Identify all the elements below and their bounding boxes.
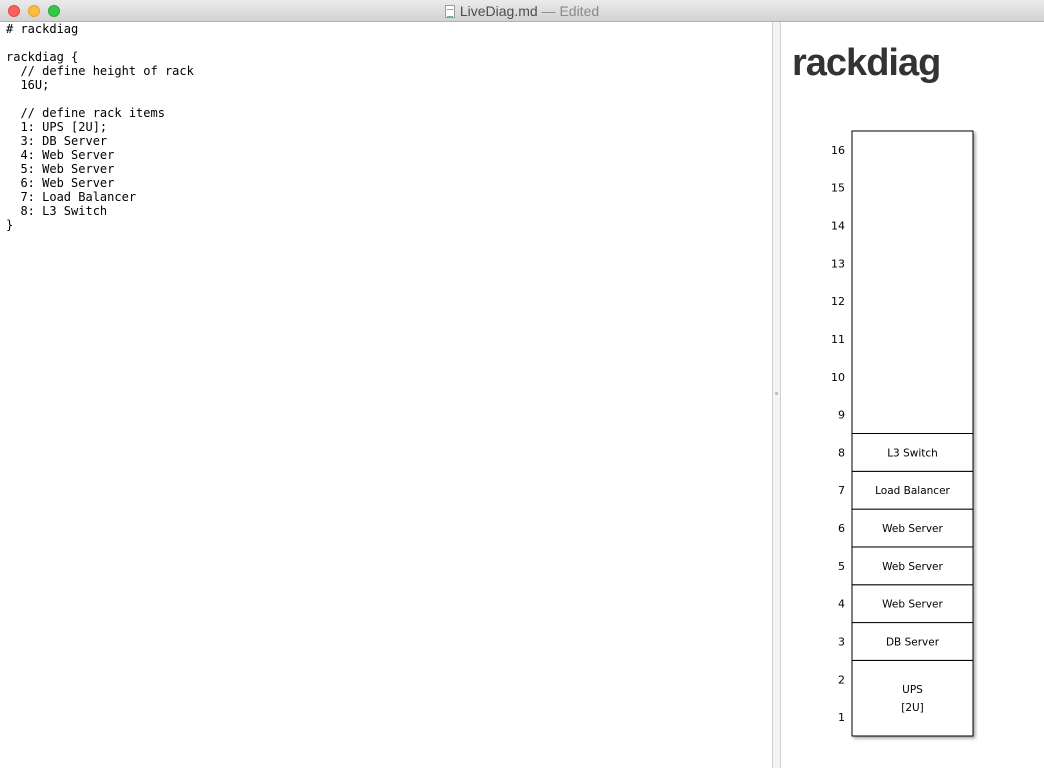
editor-line: 4: Web Server (6, 148, 115, 162)
rack-unit-number: 11 (831, 333, 845, 346)
window-title: LiveDiag.md — Edited (0, 3, 1044, 19)
editor-line: rackdiag { (6, 50, 79, 64)
window-titlebar[interactable]: LiveDiag.md — Edited (0, 0, 1044, 22)
window-file-name: LiveDiag.md (459, 3, 538, 19)
rack-unit-number: 5 (838, 560, 845, 573)
editor-line: # rackdiag (6, 22, 79, 36)
rack-item-label: L3 Switch (887, 447, 938, 459)
rack-item-label: Web Server (882, 561, 943, 573)
rack-unit-number: 4 (838, 598, 845, 611)
rack-unit-number: 7 (838, 484, 845, 497)
splitter-grip[interactable] (775, 392, 778, 395)
document-icon (444, 5, 455, 18)
rack-item-label: DB Server (886, 636, 940, 648)
rack-unit-number: 3 (838, 635, 845, 648)
rack-unit-number: 15 (831, 182, 845, 195)
editor-line: 3: DB Server (6, 134, 108, 148)
pane-splitter[interactable] (772, 22, 781, 768)
rack-item-label: [2U] (901, 702, 924, 714)
rack-item-label: Web Server (882, 599, 943, 611)
rack-unit-number: 14 (831, 220, 845, 233)
rack-unit-number: 16 (831, 144, 845, 157)
editor-line: 7: Load Balancer (6, 190, 137, 204)
rack-diagram: 16 15 14 13 12 11 10 9 8 7 6 5 4 3 2 1 UPS [2U] DB Server W… (831, 130, 974, 737)
rack-item (851, 659, 974, 737)
window-edited-status: — Edited (537, 3, 600, 19)
rack-unit-number: 1 (838, 711, 845, 724)
rack-item-label: Load Balancer (875, 485, 950, 497)
rack-unit-number: 9 (838, 409, 845, 422)
editor-line: 5: Web Server (6, 162, 115, 176)
rack-item-label: UPS (902, 684, 923, 696)
preview-pane: rackdiag 16 15 14 13 12 11 10 9 8 7 6 5 4 3 2 1 UPS [2U] D… (781, 22, 1044, 768)
editor-line: 16U; (6, 78, 50, 92)
rack-item-label: Web Server (882, 523, 943, 535)
editor-line: 8: L3 Switch (6, 204, 108, 218)
rack-unit-number: 13 (831, 257, 845, 270)
rack-unit-number: 8 (838, 446, 845, 459)
editor-line: // define rack items (6, 106, 165, 120)
markdown-editor[interactable]: # rackdiag rackdiag { // define height o… (0, 22, 772, 768)
editor-line: // define height of rack (6, 64, 194, 78)
editor-line: } (6, 218, 14, 232)
editor-line: 6: Web Server (6, 176, 115, 190)
rack-unit-number: 10 (831, 371, 845, 384)
rack-unit-number: 6 (838, 522, 845, 535)
editor-line: 1: UPS [2U]; (6, 120, 108, 134)
rack-unit-number: 12 (831, 295, 845, 308)
rack-unit-number: 2 (838, 673, 845, 686)
editor-text[interactable]: # rackdiag rackdiag { // define height o… (0, 22, 772, 232)
